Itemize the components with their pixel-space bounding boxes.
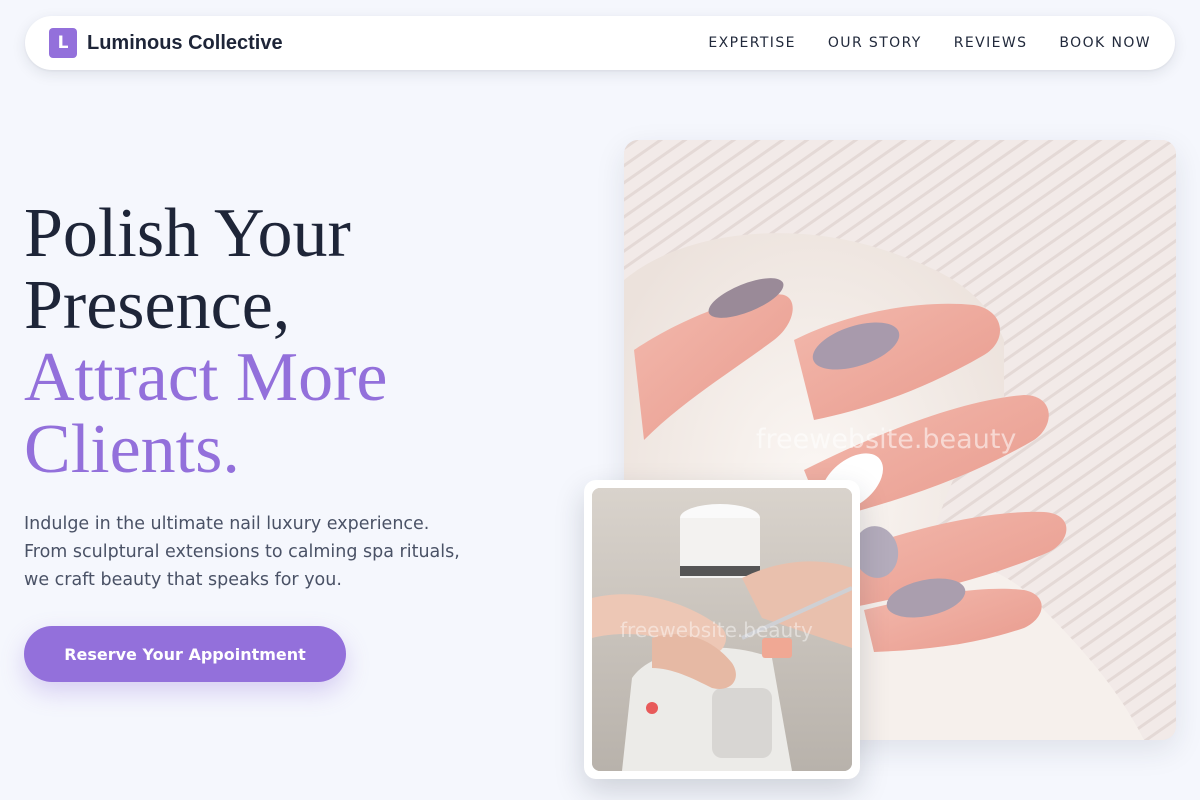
top-navigation: L Luminous Collective EXPERTISE OUR STOR… [25,16,1175,70]
nav-link-reviews[interactable]: REVIEWS [954,35,1028,51]
brand[interactable]: L Luminous Collective [49,28,283,58]
hero-inset-photo-frame [584,480,860,779]
hero-title-accent-2: Clients. [24,411,240,488]
hero-title-accent-1: Attract More [24,339,388,416]
hero-inset-photo [592,488,852,771]
hero-title-line-1: Polish Your [24,195,351,272]
nav-link-book-now[interactable]: BOOK NOW [1059,35,1151,51]
logo-badge: L [49,28,77,58]
nav-links: EXPERTISE OUR STORY REVIEWS BOOK NOW [708,35,1151,51]
hero-title-line-2: Presence, [24,267,291,344]
hero-title: Polish Your Presence, Attract More Clien… [24,198,544,486]
brand-name: Luminous Collective [87,31,283,54]
reserve-appointment-button[interactable]: Reserve Your Appointment [24,626,346,682]
nav-link-expertise[interactable]: EXPERTISE [708,35,795,51]
nail-technician-photo-illustration [592,488,852,771]
nav-link-our-story[interactable]: OUR STORY [828,35,922,51]
hero-description: Indulge in the ultimate nail luxury expe… [24,514,460,590]
